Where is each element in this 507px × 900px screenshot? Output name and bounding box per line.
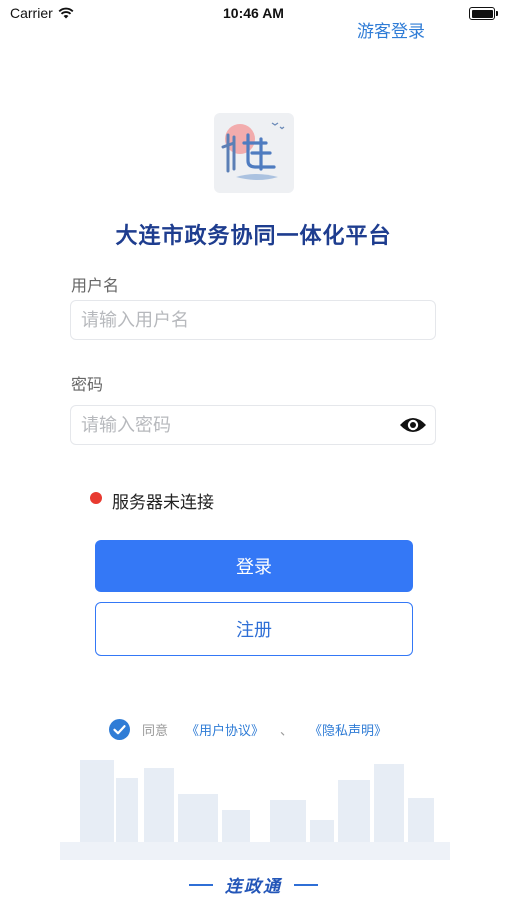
brand-name: 连政通 [225, 877, 282, 897]
agreement-separator: 、 [280, 724, 294, 739]
city-skyline-illustration [60, 760, 450, 860]
register-button-label: 注册 [236, 620, 272, 641]
app-logo [214, 113, 294, 193]
password-input[interactable] [71, 406, 391, 444]
app-title: 大连市政务协同一体化平台 [115, 224, 392, 249]
login-button-label: 登录 [236, 557, 272, 578]
server-status-dot [90, 492, 102, 504]
guest-login-link[interactable]: 游客登录 [357, 17, 425, 42]
footer-brand: 连政通 [0, 872, 507, 897]
battery-icon [469, 7, 498, 20]
agreement-row: 同意 《用户协议》 、 《隐私声明》 [142, 720, 387, 739]
divider-right [294, 883, 318, 886]
username-field-box [70, 300, 436, 340]
username-label: 用户名 [71, 276, 120, 295]
agree-text: 同意 [142, 724, 169, 739]
register-button[interactable]: 注册 [95, 602, 413, 656]
status-time: 10:46 AM [223, 5, 284, 21]
agree-checkbox[interactable] [109, 719, 130, 740]
privacy-policy-link[interactable]: 《隐私声明》 [309, 720, 387, 739]
divider-left [189, 883, 213, 886]
checkmark-icon [113, 725, 126, 735]
user-agreement-link[interactable]: 《用户协议》 [186, 720, 264, 739]
username-input[interactable] [71, 301, 391, 339]
password-label: 密码 [71, 375, 104, 394]
server-status-text: 服务器未连接 [112, 493, 214, 513]
eye-icon[interactable] [399, 415, 427, 435]
password-field-box [70, 405, 436, 445]
login-button[interactable]: 登录 [95, 540, 413, 592]
